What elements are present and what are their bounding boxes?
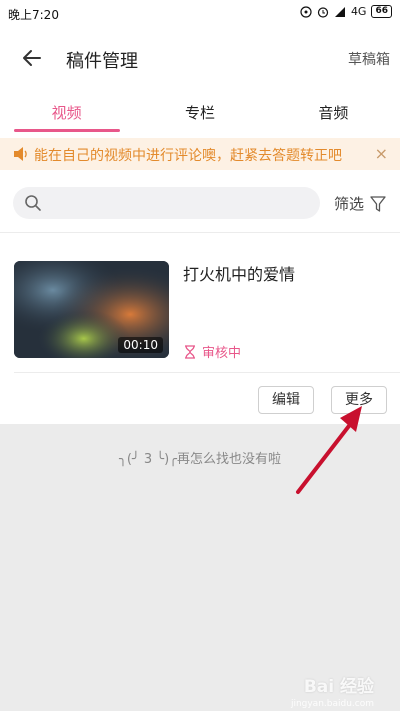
video-thumbnail[interactable]: 00:10 xyxy=(14,261,169,358)
notice-banner: 能在自己的视频中进行评论噢，赶紧去答题转正吧 × xyxy=(0,138,400,170)
review-status-label: 审核中 xyxy=(202,346,242,361)
filter-button[interactable]: 筛选 xyxy=(334,193,386,214)
hotspot-icon xyxy=(300,5,312,18)
video-title[interactable]: 打火机中的爱情 xyxy=(183,261,295,285)
notice-text: 能在自己的视频中进行评论噢，赶紧去答题转正吧 xyxy=(34,148,342,164)
filter-label: 筛选 xyxy=(334,195,365,213)
empty-message: ╮(╯ 3 ╰)╭再怎么找也没有啦 xyxy=(119,452,281,467)
search-icon xyxy=(25,195,41,211)
status-time: 晚上7:20 xyxy=(8,8,59,22)
status-bar: 晚上7:20 4G 66 xyxy=(0,0,400,28)
baidu-jingyan-watermark: Bai 经验 xyxy=(303,677,374,697)
battery-icon: 66 xyxy=(371,5,392,18)
app-bar: 稿件管理 草稿箱 xyxy=(0,30,400,86)
drafts-link[interactable]: 草稿箱 xyxy=(348,49,390,69)
search-bar xyxy=(13,187,320,219)
filter-icon xyxy=(370,195,386,212)
page-title: 稿件管理 xyxy=(66,51,138,72)
search-input[interactable] xyxy=(49,191,309,215)
tab-audio[interactable]: 音频 xyxy=(267,96,400,134)
watermark-url: jingyan.baidu.com xyxy=(290,699,374,709)
signal-icon xyxy=(334,6,345,17)
close-icon[interactable]: × xyxy=(375,144,388,163)
tab-column[interactable]: 专栏 xyxy=(133,96,266,134)
hourglass-icon xyxy=(185,344,195,359)
empty-state: ╮(╯ 3 ╰)╭再怎么找也没有啦 xyxy=(0,424,400,711)
alarm-icon xyxy=(317,6,329,18)
item-divider xyxy=(14,372,400,373)
speaker-icon xyxy=(14,147,27,161)
video-duration: 00:10 xyxy=(118,337,163,353)
more-button[interactable]: 更多 xyxy=(331,386,387,414)
status-icons: 4G 66 xyxy=(300,5,392,18)
edit-button[interactable]: 编辑 xyxy=(258,386,314,414)
section-divider xyxy=(0,232,400,233)
network-type: 4G xyxy=(350,5,367,18)
tab-indicator xyxy=(14,129,120,132)
review-status: 审核中 xyxy=(184,342,241,361)
back-arrow-icon[interactable] xyxy=(18,44,46,72)
